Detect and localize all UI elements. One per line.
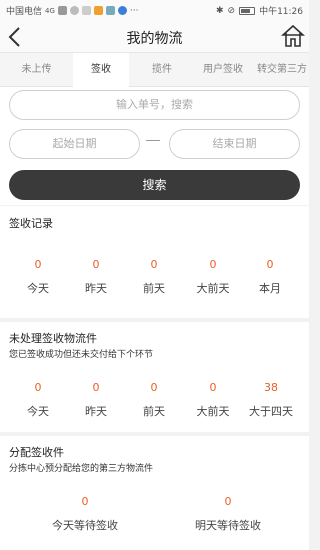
stat-label: 昨天 (85, 405, 107, 418)
stat-label: 大前天 (196, 405, 230, 418)
more-notifications-icon: ··· (129, 5, 139, 16)
stat-over-four-days[interactable]: 38 大于四天 (242, 381, 300, 419)
stat-label: 昨天 (85, 282, 107, 295)
stat-label: 明天等待签收 (195, 519, 261, 532)
stat-value: 0 (224, 495, 232, 508)
stat-value: 0 (92, 381, 100, 394)
unprocessed-section: 未处理签收物流件 您已签收成功但还未交付给下个环节 0 今天 0 昨天 0 前天… (0, 322, 309, 432)
tab-transfer-third-party[interactable]: 转交第三方 (251, 53, 313, 87)
stat-yesterday[interactable]: 0 昨天 (76, 258, 116, 296)
section-title: 签收记录 (9, 217, 53, 230)
stat-three-days-ago[interactable]: 0 大前天 (189, 381, 237, 419)
tab-not-uploaded[interactable]: 未上传 (0, 53, 73, 87)
stat-label: 大前天 (196, 282, 230, 295)
stat-day-before[interactable]: 0 前天 (134, 258, 174, 296)
wifi-icon (69, 6, 79, 15)
home-icon (280, 24, 306, 47)
clock-label: 中午11:26 (259, 7, 303, 17)
tab-pickup[interactable]: 揽件 (129, 53, 195, 87)
page-title: 我的物流 (126, 31, 183, 47)
section-subtitle: 您已签收成功但还未交付给下个环节 (9, 350, 154, 360)
stat-value: 38 (264, 381, 278, 394)
stat-value: 0 (92, 258, 100, 271)
stat-value: 0 (209, 381, 217, 394)
stat-three-days-ago[interactable]: 0 大前天 (189, 258, 237, 296)
status-bar: 中国电信 4G ··· ✱ ⊘ 中午11:26 (0, 0, 309, 20)
stat-value: 0 (209, 258, 217, 271)
stat-label: 本月 (259, 282, 281, 295)
stat-label: 今天等待签收 (52, 519, 118, 532)
tab-user-signed[interactable]: 用户签收 (195, 53, 251, 87)
stat-label: 前天 (143, 282, 165, 295)
stat-value: 0 (150, 381, 158, 394)
stat-today[interactable]: 0 今天 (18, 258, 58, 296)
start-date-input[interactable]: 起始日期 (9, 129, 140, 159)
date-range-separator (146, 140, 160, 141)
tab-bar: 未上传 签收 揽件 用户签收 转交第三方 (0, 53, 309, 87)
stat-value: 0 (34, 258, 42, 271)
message-icon (105, 6, 115, 15)
carrier-label: 中国电信 (6, 7, 43, 17)
signed-records-section: 签收记录 0 今天 0 昨天 0 前天 0 大前天 0 本月 (0, 206, 309, 318)
stat-label: 今天 (27, 282, 49, 295)
section-title: 未处理签收物流件 (9, 332, 97, 345)
stat-today-pending[interactable]: 0 今天等待签收 (40, 495, 130, 533)
search-button[interactable]: 搜索 (9, 170, 300, 200)
stat-label: 今天 (27, 405, 49, 418)
mute-icon: ⊘ (227, 5, 236, 16)
end-date-input[interactable]: 结束日期 (169, 129, 300, 159)
stat-label: 前天 (143, 405, 165, 418)
stat-today[interactable]: 0 今天 (18, 381, 58, 419)
cloud-icon (81, 6, 91, 15)
section-subtitle: 分拣中心预分配给您的第三方物流件 (9, 464, 154, 474)
stat-value: 0 (81, 495, 89, 508)
network-label: 4G (45, 6, 55, 15)
stat-value: 0 (150, 258, 158, 271)
signal-icon (57, 6, 67, 15)
tab-signed[interactable]: 签收 (73, 53, 129, 87)
assigned-section: 分配签收件 分拣中心预分配给您的第三方物流件 0 今天等待签收 0 明天等待签收 (0, 436, 309, 550)
bluetooth-icon: ✱ (215, 5, 224, 16)
section-title: 分配签收件 (9, 446, 64, 459)
stat-yesterday[interactable]: 0 昨天 (76, 381, 116, 419)
stat-value: 0 (266, 258, 274, 271)
stat-label: 大于四天 (249, 405, 293, 418)
stat-value: 0 (34, 381, 42, 394)
stat-tomorrow-pending[interactable]: 0 明天等待签收 (180, 495, 276, 533)
stat-day-before[interactable]: 0 前天 (134, 381, 174, 419)
battery-icon (239, 6, 256, 15)
nav-bar: 我的物流 (0, 20, 309, 53)
home-button[interactable] (280, 23, 306, 49)
browser-icon (117, 6, 127, 15)
stat-this-month[interactable]: 0 本月 (250, 258, 290, 296)
app-notification-icon (93, 6, 103, 15)
tracking-number-input[interactable]: 输入单号，搜索 (9, 90, 300, 120)
